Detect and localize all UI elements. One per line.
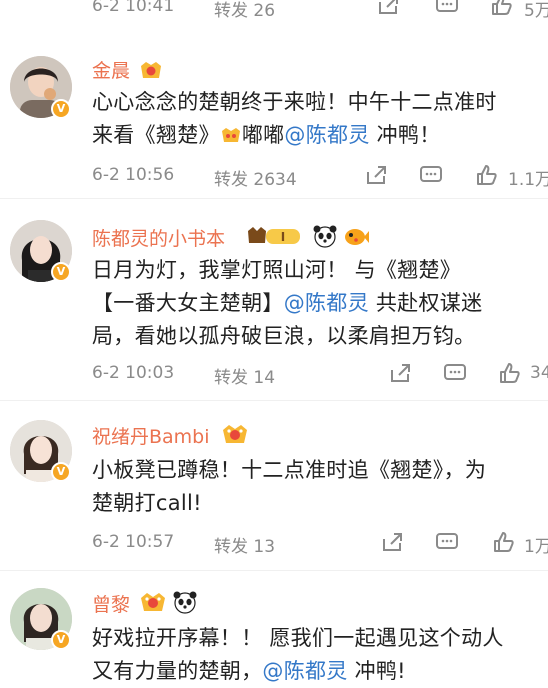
- comment-icon[interactable]: [418, 164, 444, 186]
- comment-line: 又有力量的楚朝，@陈都灵 冲鸭!: [92, 655, 548, 688]
- divider: [0, 198, 548, 199]
- comment-line: 楚朝打call!: [92, 491, 202, 515]
- level-badge: I: [246, 224, 304, 248]
- comment-segment: 共赴权谋迷: [368, 291, 483, 315]
- crown-level-icon: I: [248, 227, 300, 244]
- like-icon[interactable]: [498, 362, 522, 384]
- user-name[interactable]: 祝绪丹Bambi: [92, 422, 210, 449]
- share-icon[interactable]: [364, 164, 390, 186]
- emoji-icon: [221, 128, 240, 142]
- comment-text: 小板凳已蹲稳！十二点准时追《翘楚》，为 楚朝打call!: [92, 454, 548, 520]
- comment-segment: 冲鸭！: [369, 123, 441, 147]
- comment-segment: 又有力量的楚朝，: [92, 659, 263, 683]
- verified-badge-icon: V: [51, 99, 71, 119]
- like-count: 1万: [524, 537, 548, 557]
- comment-line: 心心念念的楚朝终于来啦！中午十二点准时: [92, 90, 497, 114]
- comment-segment: 来看《翘楚》: [92, 123, 220, 147]
- share-icon[interactable]: [380, 531, 406, 553]
- comment-line: 来看《翘楚》 嘟嘟@陈都灵 冲鸭！: [92, 119, 548, 152]
- comment-segment: 冲鸭!: [347, 659, 406, 683]
- comment-text: 心心念念的楚朝终于来啦！中午十二点准时 来看《翘楚》 嘟嘟@陈都灵 冲鸭！: [92, 86, 548, 152]
- mention-link[interactable]: @陈都灵: [284, 291, 369, 315]
- comment-icon[interactable]: [434, 531, 460, 553]
- divider: [0, 400, 548, 401]
- comment-meta: 6-2 10:41 转发 26: [92, 0, 275, 21]
- panda-icon: [313, 225, 337, 248]
- repost-button[interactable]: 转发 14: [214, 363, 275, 388]
- divider: [0, 570, 548, 571]
- comment-meta: 6-2 10:03 转发 14: [92, 363, 275, 388]
- comment-time: 6-2 10:56: [92, 165, 175, 185]
- repost-button[interactable]: 转发 13: [214, 532, 275, 557]
- share-icon[interactable]: [376, 0, 402, 16]
- comment-segment: 【一番大女主楚朝】: [92, 291, 284, 315]
- comment-segment: 嘟嘟: [241, 123, 285, 147]
- fan-badge-icon: [141, 62, 161, 78]
- comment-time: 6-2 10:03: [92, 363, 175, 383]
- comment-line: 日月为灯，我掌灯照山河！ 与《翘楚》: [92, 258, 462, 282]
- mention-link[interactable]: @陈都灵: [262, 659, 347, 683]
- comment-text: 好戏拉开序幕！！ 愿我们一起遇见这个动人 又有力量的楚朝，@陈都灵 冲鸭!: [92, 622, 548, 688]
- repost-button[interactable]: 转发 2634: [214, 165, 297, 190]
- comment-line: 好戏拉开序幕！！ 愿我们一起遇见这个动人: [92, 626, 504, 650]
- verified-badge-icon: V: [51, 262, 71, 282]
- crown-badge-icon: [223, 425, 247, 443]
- comment-line: 小板凳已蹲稳！十二点准时追《翘楚》，为: [92, 458, 487, 482]
- like-icon[interactable]: [492, 531, 516, 553]
- comment-meta: 6-2 10:57 转发 13: [92, 532, 275, 557]
- share-icon[interactable]: [388, 362, 414, 384]
- crown-badge-icon: [141, 593, 165, 611]
- verified-badge-icon: V: [51, 462, 71, 482]
- repost-button[interactable]: 转发 26: [214, 0, 275, 21]
- fish-icon: [345, 229, 369, 245]
- like-count: 5万: [524, 1, 548, 21]
- comment-icon[interactable]: [442, 362, 468, 384]
- panda-icon: [173, 591, 197, 614]
- comment-line: 局，看她以孤舟破巨浪，以柔肩担万钧。: [92, 324, 476, 348]
- comment-icon[interactable]: [434, 0, 460, 16]
- user-name[interactable]: 曾黎: [92, 590, 130, 617]
- like-count: 1.1万: [508, 170, 548, 190]
- like-icon[interactable]: [475, 164, 499, 186]
- user-name[interactable]: 金晨: [92, 56, 130, 83]
- like-count: 34: [530, 363, 548, 383]
- comment-time: 6-2 10:41: [92, 0, 175, 16]
- user-name[interactable]: 陈都灵的小书本: [92, 224, 225, 251]
- comment-time: 6-2 10:57: [92, 532, 175, 552]
- like-icon[interactable]: [490, 0, 514, 16]
- comment-line: 【一番大女主楚朝】@陈都灵 共赴权谋迷: [92, 287, 548, 320]
- comment-text: 日月为灯，我掌灯照山河！ 与《翘楚》 【一番大女主楚朝】@陈都灵 共赴权谋迷 局…: [92, 254, 548, 353]
- svg-text:I: I: [281, 230, 285, 244]
- mention-link[interactable]: @陈都灵: [284, 123, 369, 147]
- comment-meta: 6-2 10:56 转发 2634: [92, 165, 297, 190]
- verified-badge-icon: V: [51, 630, 71, 650]
